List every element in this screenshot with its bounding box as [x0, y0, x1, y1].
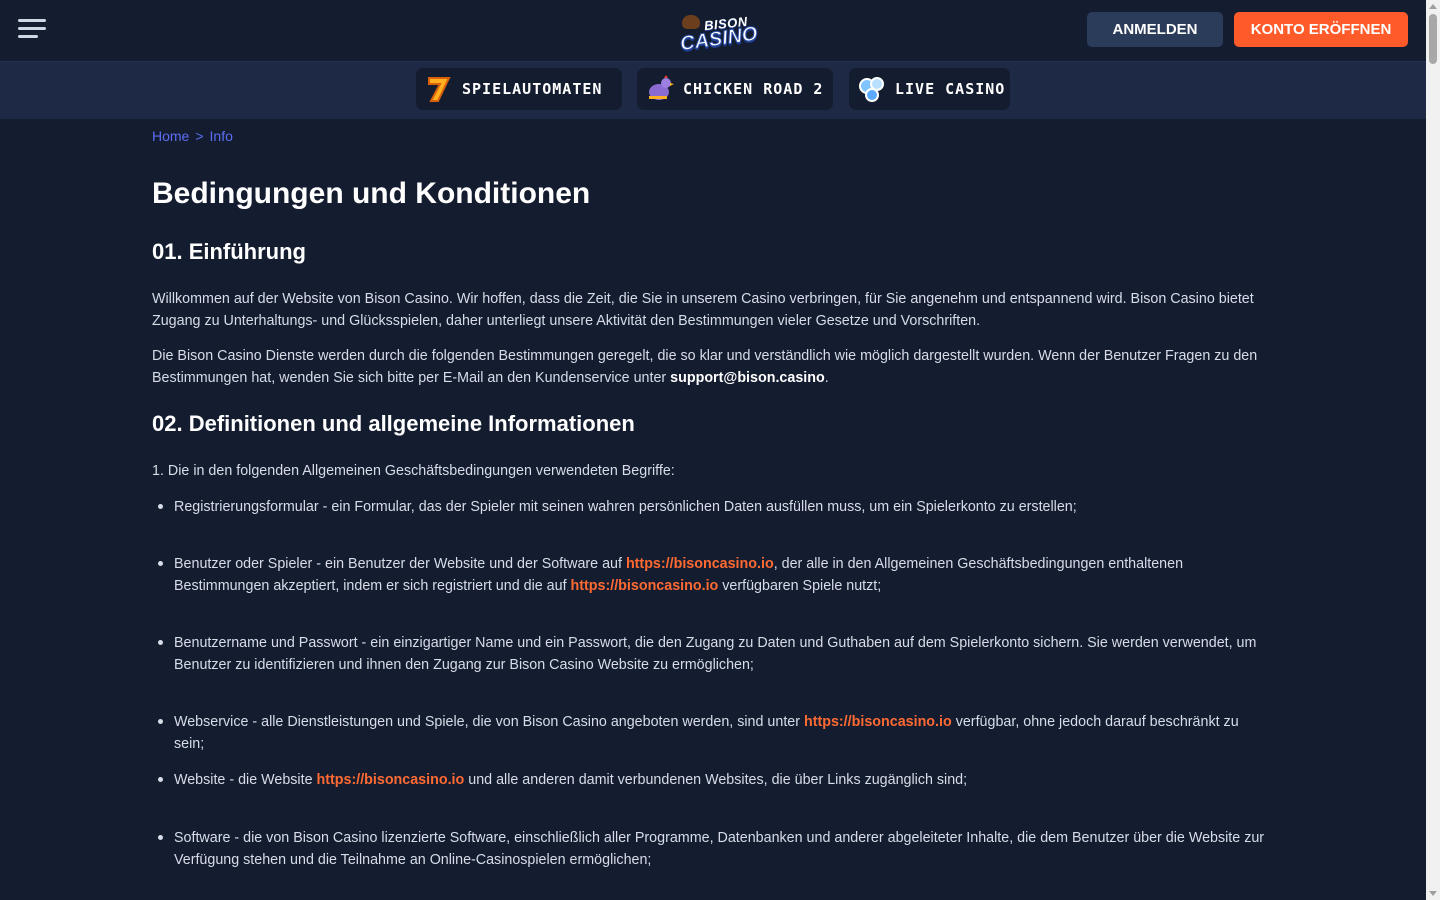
section-heading-definitions: 02. Definitionen und allgemeine Informat…: [152, 411, 635, 436]
scroll-down-arrow-icon[interactable]: [1429, 891, 1437, 896]
intro-paragraph-2-end: .: [824, 370, 829, 386]
bullet-dot: [158, 504, 163, 509]
definition-website-text-b: und alle anderen damit verbundenen Websi…: [464, 772, 968, 788]
bison-casino-logo[interactable]: BISON CASINO: [678, 12, 759, 56]
category-nav: SPIELAUTOMATEN CHICKEN ROAD 2 LIVE CASIN…: [0, 62, 1426, 119]
bisoncasino-link[interactable]: https://bisoncasino.io: [626, 556, 774, 572]
definition-webservice-text-a: Webservice - alle Dienstleistungen und S…: [174, 714, 804, 730]
definition-webservice: Webservice - alle Dienstleistungen und S…: [152, 711, 1267, 755]
definition-registration-form: Registrierungsformular - ein Formular, d…: [174, 499, 1077, 515]
bison-icon: [682, 15, 700, 29]
scroll-up-arrow-icon[interactable]: [1429, 4, 1437, 9]
list-item: Benutzer oder Spieler - ein Benutzer der…: [152, 553, 1267, 597]
poker-chips-icon: [859, 77, 884, 102]
support-email: support@bison.casino: [670, 370, 825, 386]
page: BISON CASINO ANMELDEN KONTO ERÖFFNEN SPI…: [0, 0, 1426, 900]
breadcrumb-home[interactable]: Home: [152, 128, 189, 144]
page-title: Bedingungen und Konditionen: [152, 177, 591, 210]
breadcrumb: Home > Info: [152, 128, 233, 144]
register-button[interactable]: KONTO ERÖFFNEN: [1234, 12, 1408, 47]
category-label-slots: SPIELAUTOMATEN: [462, 80, 603, 98]
category-label-live-casino: LIVE CASINO: [895, 80, 1006, 98]
bullet-dot: [158, 640, 163, 645]
category-live-casino[interactable]: LIVE CASINO: [849, 68, 1010, 110]
definition-user-text-a: Benutzer oder Spieler - ein Benutzer der…: [174, 556, 626, 572]
definition-website-text-a: Website - die Website: [174, 772, 317, 788]
login-button[interactable]: ANMELDEN: [1087, 12, 1223, 47]
bullet-dot: [158, 777, 163, 782]
list-item: Website - die Website https://bisoncasin…: [152, 769, 1267, 791]
bisoncasino-link[interactable]: https://bisoncasino.io: [804, 714, 952, 730]
scroll-thumb[interactable]: [1429, 14, 1437, 64]
intro-paragraph-2: Die Bison Casino Dienste werden durch di…: [152, 345, 1262, 389]
definition-software: Software - die von Bison Casino lizenzie…: [174, 830, 1265, 868]
breadcrumb-separator: >: [195, 128, 204, 144]
top-header: BISON CASINO ANMELDEN KONTO ERÖFFNEN: [0, 0, 1426, 62]
page-scrollbar[interactable]: [1426, 0, 1440, 900]
category-label-chicken-road: CHICKEN ROAD 2: [683, 80, 824, 98]
definition-user-text-c: verfügbaren Spiele nutzt;: [718, 578, 882, 594]
breadcrumb-info[interactable]: Info: [210, 128, 233, 144]
list-item: Webservice - alle Dienstleistungen und S…: [152, 711, 1267, 755]
bullet-dot: [158, 835, 163, 840]
bullet-dot: [158, 561, 163, 566]
list-item: Registrierungsformular - ein Formular, d…: [152, 496, 1267, 518]
section-heading-introduction: 01. Einführung: [152, 239, 306, 264]
category-slots[interactable]: SPIELAUTOMATEN: [416, 68, 622, 110]
category-chicken-road[interactable]: CHICKEN ROAD 2: [637, 68, 833, 110]
chicken-icon: [649, 75, 674, 100]
bisoncasino-link[interactable]: https://bisoncasino.io: [571, 578, 719, 594]
intro-paragraph-1: Willkommen auf der Website von Bison Cas…: [152, 291, 1254, 329]
definition-website: Website - die Website https://bisoncasin…: [152, 769, 1267, 791]
list-item: Benutzername und Passwort - ein einzigar…: [152, 632, 1267, 676]
definition-user: Benutzer oder Spieler - ein Benutzer der…: [152, 553, 1267, 597]
bisoncasino-link[interactable]: https://bisoncasino.io: [317, 772, 465, 788]
seven-icon: [428, 77, 451, 102]
definitions-intro: 1. Die in den folgenden Allgemeinen Gesc…: [152, 463, 675, 479]
list-item: Software - die von Bison Casino lizenzie…: [152, 827, 1267, 871]
bullet-dot: [158, 719, 163, 724]
definition-username-password: Benutzername und Passwort - ein einzigar…: [174, 635, 1257, 673]
menu-icon[interactable]: [18, 19, 46, 39]
